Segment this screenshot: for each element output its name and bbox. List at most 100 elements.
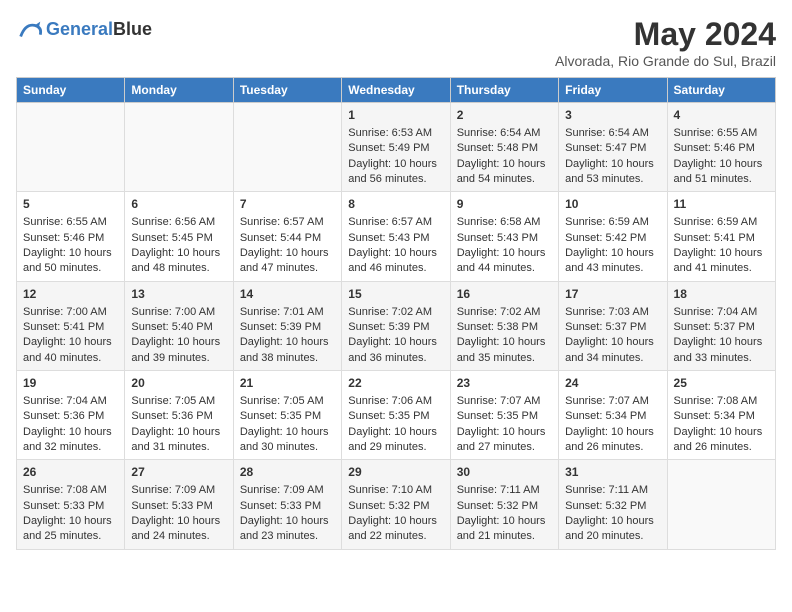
calendar-cell: 27Sunrise: 7:09 AMSunset: 5:33 PMDayligh… — [125, 460, 233, 549]
calendar-cell: 31Sunrise: 7:11 AMSunset: 5:32 PMDayligh… — [559, 460, 667, 549]
day-info-line: Sunrise: 7:01 AM — [240, 305, 335, 320]
day-info-line: Daylight: 10 hours — [565, 335, 660, 350]
day-info-line: Sunrise: 6:59 AM — [674, 215, 769, 230]
day-info-line: Sunrise: 6:55 AM — [674, 126, 769, 141]
day-info-line: Sunrise: 7:11 AM — [457, 483, 552, 498]
day-number: 13 — [131, 286, 226, 303]
day-info-line: Sunrise: 7:03 AM — [565, 305, 660, 320]
logo: GeneralBlue — [16, 16, 152, 44]
calendar-cell: 26Sunrise: 7:08 AMSunset: 5:33 PMDayligh… — [17, 460, 125, 549]
day-info-line: Sunset: 5:46 PM — [23, 231, 118, 246]
day-info-line: Sunset: 5:39 PM — [348, 320, 443, 335]
day-info-line: Sunset: 5:48 PM — [457, 141, 552, 156]
calendar-cell: 30Sunrise: 7:11 AMSunset: 5:32 PMDayligh… — [450, 460, 558, 549]
day-info-line: Daylight: 10 hours — [131, 246, 226, 261]
day-number: 28 — [240, 464, 335, 481]
week-row-5: 26Sunrise: 7:08 AMSunset: 5:33 PMDayligh… — [17, 460, 776, 549]
calendar-cell — [667, 460, 775, 549]
day-number: 9 — [457, 196, 552, 213]
calendar-cell: 4Sunrise: 6:55 AMSunset: 5:46 PMDaylight… — [667, 103, 775, 192]
day-info-line: Daylight: 10 hours — [131, 425, 226, 440]
day-info-line: Sunset: 5:33 PM — [23, 499, 118, 514]
day-info-line: Sunrise: 7:10 AM — [348, 483, 443, 498]
calendar-cell: 12Sunrise: 7:00 AMSunset: 5:41 PMDayligh… — [17, 281, 125, 370]
day-info-line: and 31 minutes. — [131, 440, 226, 455]
calendar-cell: 7Sunrise: 6:57 AMSunset: 5:44 PMDaylight… — [233, 192, 341, 281]
day-number: 20 — [131, 375, 226, 392]
day-info-line: Sunset: 5:33 PM — [240, 499, 335, 514]
calendar-cell: 13 Sunrise: 7:00 AMSunset: 5:40 PMDayligh… — [125, 281, 233, 370]
day-info-line: Daylight: 10 hours — [23, 425, 118, 440]
calendar-cell — [125, 103, 233, 192]
day-info-line: Sunset: 5:35 PM — [240, 409, 335, 424]
day-number: 6 — [131, 196, 226, 213]
day-info-line: Sunrise: 7:11 AM — [565, 483, 660, 498]
day-info-line: Sunset: 5:37 PM — [565, 320, 660, 335]
day-number: 31 — [565, 464, 660, 481]
day-info-line: Daylight: 10 hours — [674, 246, 769, 261]
day-info-line: and 40 minutes. — [23, 351, 118, 366]
day-info-line: Sunrise: 6:59 AM — [565, 215, 660, 230]
day-info-line: Daylight: 10 hours — [240, 514, 335, 529]
day-info-line: Daylight: 10 hours — [240, 335, 335, 350]
day-info-line: Daylight: 10 hours — [240, 425, 335, 440]
day-number: 10 — [565, 196, 660, 213]
day-info-line: Sunset: 5:32 PM — [348, 499, 443, 514]
day-info-line: and 29 minutes. — [348, 440, 443, 455]
day-info-line: and 51 minutes. — [674, 172, 769, 187]
day-info-line: Sunrise: 6:54 AM — [457, 126, 552, 141]
day-info-line: Sunrise: 6:54 AM — [565, 126, 660, 141]
day-info-line: Daylight: 10 hours — [348, 157, 443, 172]
day-info-line: and 46 minutes. — [348, 261, 443, 276]
calendar-cell: 18Sunrise: 7:04 AMSunset: 5:37 PMDayligh… — [667, 281, 775, 370]
day-info-line: Daylight: 10 hours — [131, 335, 226, 350]
day-info-line: and 36 minutes. — [348, 351, 443, 366]
day-info-line: Sunrise: 7:08 AM — [23, 483, 118, 498]
day-info-line: Daylight: 10 hours — [348, 425, 443, 440]
day-info-line: Sunrise: 7:04 AM — [23, 394, 118, 409]
calendar-cell: 28Sunrise: 7:09 AMSunset: 5:33 PMDayligh… — [233, 460, 341, 549]
day-info-line: Sunrise: 7:02 AM — [457, 305, 552, 320]
day-info-line: and 44 minutes. — [457, 261, 552, 276]
header-sunday: Sunday — [17, 78, 125, 103]
day-info-line: Sunset: 5:41 PM — [23, 320, 118, 335]
day-number: 15 — [348, 286, 443, 303]
day-info-line: and 26 minutes. — [565, 440, 660, 455]
day-number: 27 — [131, 464, 226, 481]
day-number: 17 — [565, 286, 660, 303]
day-info-line: Sunset: 5:40 PM — [131, 320, 226, 335]
day-info-line: and 25 minutes. — [23, 529, 118, 544]
day-info-line: Sunset: 5:32 PM — [457, 499, 552, 514]
day-info-line: and 33 minutes. — [674, 351, 769, 366]
day-number: 4 — [674, 107, 769, 124]
day-info-line: Sunrise: 7:00 AM — [131, 305, 226, 320]
day-info-line: Sunset: 5:42 PM — [565, 231, 660, 246]
day-number: 16 — [457, 286, 552, 303]
day-info-line: Sunrise: 6:57 AM — [240, 215, 335, 230]
day-info-line: Sunset: 5:34 PM — [565, 409, 660, 424]
logo-icon — [16, 16, 44, 44]
day-number: 8 — [348, 196, 443, 213]
day-info-line: Daylight: 10 hours — [565, 157, 660, 172]
header-saturday: Saturday — [667, 78, 775, 103]
day-info-line: Daylight: 10 hours — [565, 246, 660, 261]
day-number: 19 — [23, 375, 118, 392]
day-info-line: Sunrise: 6:57 AM — [348, 215, 443, 230]
day-number: 11 — [674, 196, 769, 213]
day-info-line: Daylight: 10 hours — [457, 514, 552, 529]
day-info-line: Daylight: 10 hours — [131, 514, 226, 529]
header-monday: Monday — [125, 78, 233, 103]
day-info-line: Daylight: 10 hours — [348, 335, 443, 350]
day-info-line: Daylight: 10 hours — [23, 246, 118, 261]
calendar-cell — [17, 103, 125, 192]
header-thursday: Thursday — [450, 78, 558, 103]
day-info-line: and 23 minutes. — [240, 529, 335, 544]
day-info-line: and 38 minutes. — [240, 351, 335, 366]
day-info-line: and 50 minutes. — [23, 261, 118, 276]
day-info-line: and 20 minutes. — [565, 529, 660, 544]
day-info-line: Sunrise: 7:05 AM — [240, 394, 335, 409]
day-info-line: and 47 minutes. — [240, 261, 335, 276]
day-info-line: and 22 minutes. — [348, 529, 443, 544]
day-info-line: Sunrise: 6:58 AM — [457, 215, 552, 230]
day-info-line: Sunrise: 7:09 AM — [131, 483, 226, 498]
